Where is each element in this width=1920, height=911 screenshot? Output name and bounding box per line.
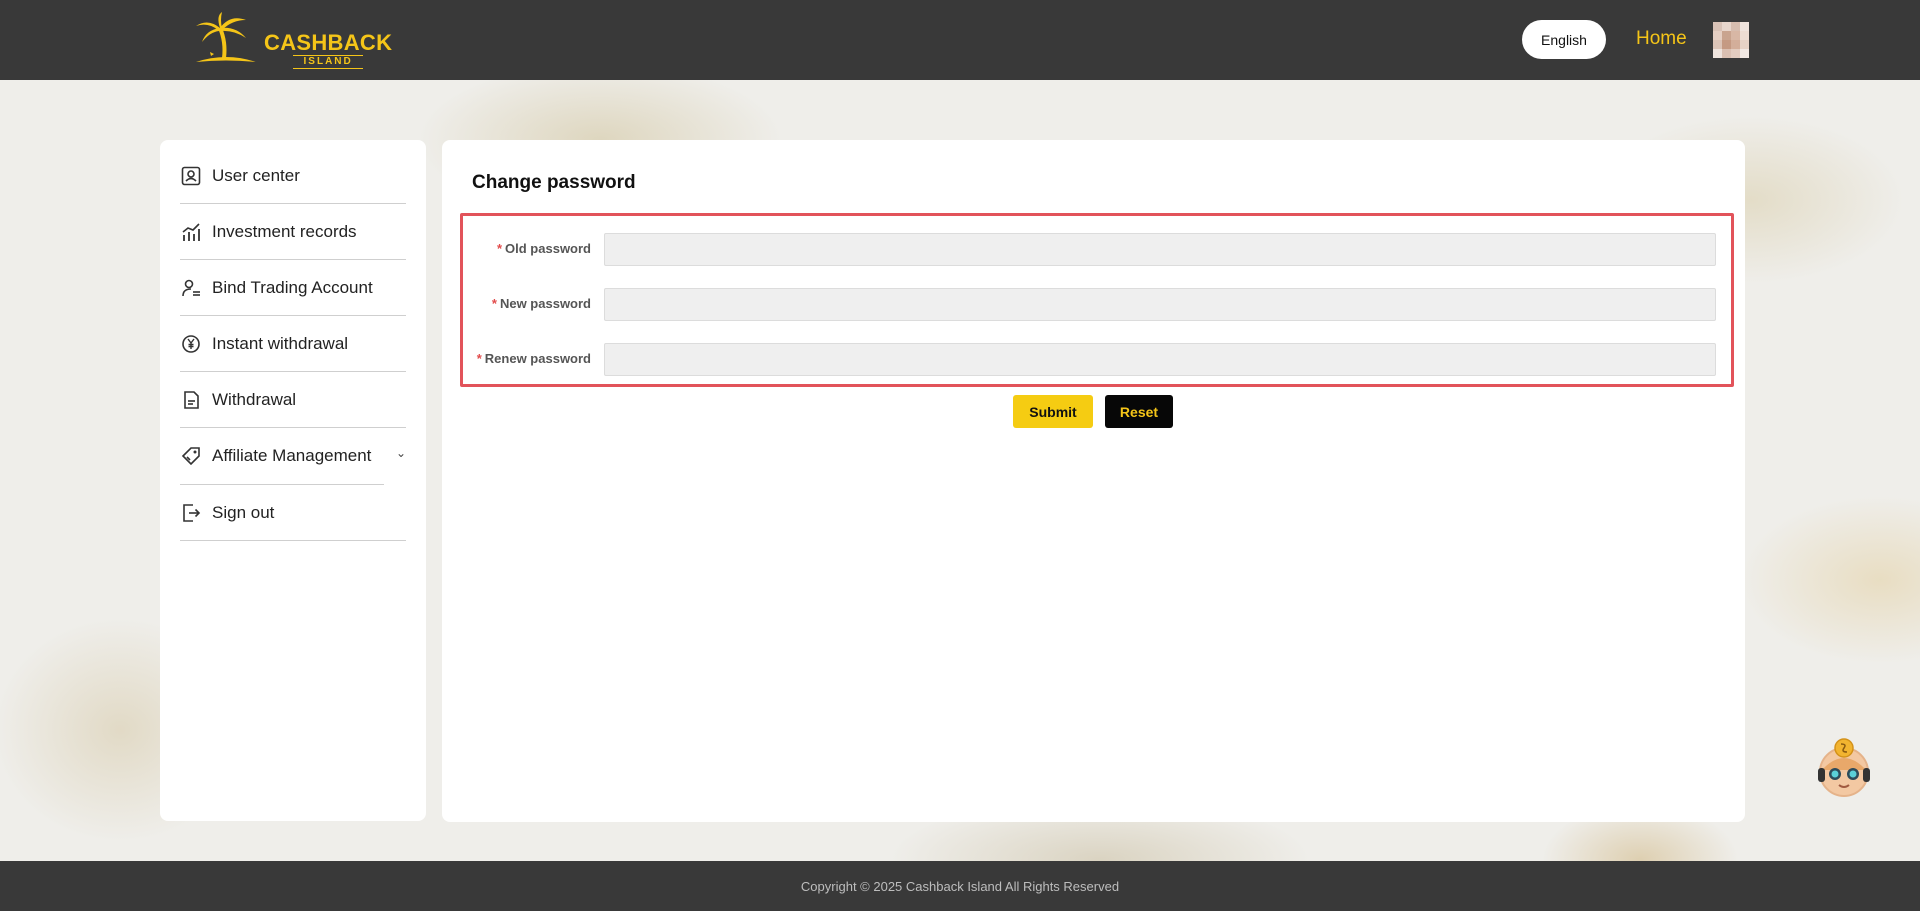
- sidebar-item-label: Bind Trading Account: [212, 277, 373, 297]
- sidebar-item-label: User center: [212, 165, 300, 185]
- logo-sub-text: ISLAND: [293, 55, 364, 69]
- cashback-island-logo[interactable]: CASHBACK ISLAND: [190, 12, 392, 69]
- new-password-label: * New password: [492, 296, 591, 311]
- old-password-input[interactable]: [604, 233, 1716, 266]
- customer-support-bot-icon[interactable]: [1812, 736, 1876, 800]
- old-password-label: * Old password: [497, 241, 591, 256]
- required-mark: *: [496, 241, 503, 256]
- reset-button[interactable]: Reset: [1105, 395, 1173, 428]
- copyright-text: Copyright © 2025 Cashback Island All Rig…: [800, 878, 1120, 894]
- document-icon: [180, 389, 202, 411]
- avatar[interactable]: [1713, 22, 1749, 58]
- sidebar-item-user-center[interactable]: User center: [180, 148, 406, 204]
- field-label-text: Old password: [505, 241, 591, 256]
- new-password-input[interactable]: [604, 288, 1716, 321]
- sign-out-icon: [180, 502, 202, 524]
- logo-main-text: CASHBACK: [264, 30, 393, 55]
- user-badge-icon: [180, 165, 202, 187]
- sidebar-item-label: Instant withdrawal: [212, 333, 349, 353]
- sidebar-item-investment-records[interactable]: Investment records: [180, 204, 406, 260]
- language-select-button[interactable]: English: [1522, 20, 1606, 59]
- tag-icon: [180, 445, 202, 467]
- sidebar-item-affiliate-management[interactable]: Affiliate Management ⌄: [180, 428, 406, 484]
- sidebar-item-bind-trading-account[interactable]: Bind Trading Account: [180, 260, 406, 316]
- sidebar-item-label: Affiliate Management: [212, 446, 372, 465]
- field-label-text: Renew password: [484, 351, 591, 366]
- chevron-down-icon[interactable]: ⌄: [396, 446, 406, 460]
- sidebar-item-label: Sign out: [212, 502, 275, 522]
- sidebar-item-label: Withdrawal: [212, 389, 297, 409]
- sidebar: User center Investment records Bind Trad…: [160, 140, 426, 821]
- yen-coin-icon: [180, 333, 202, 355]
- password-form: * Old password * New password * Renew passw…: [460, 213, 1734, 387]
- footer: Copyright © 2025 Cashback Island All Rig…: [0, 861, 1920, 911]
- logo-wordmark: CASHBACK ISLAND: [264, 32, 392, 69]
- top-navbar: CASHBACK ISLAND English Home: [0, 0, 1920, 80]
- palm-tree-icon: [196, 12, 256, 62]
- renew-password-input[interactable]: [604, 343, 1716, 376]
- sidebar-item-label: Investment records: [212, 221, 357, 241]
- home-link[interactable]: Home: [1636, 28, 1687, 50]
- change-password-panel: Change password * Old password * New passw…: [442, 140, 1745, 822]
- new-password-row: * New password: [463, 288, 1731, 322]
- sidebar-item-instant-withdrawal[interactable]: Instant withdrawal: [180, 316, 406, 372]
- page-title: Change password: [472, 172, 636, 193]
- required-mark: *: [476, 351, 482, 366]
- renew-password-label: * Renew password: [477, 351, 591, 366]
- sidebar-item-sign-out[interactable]: Sign out: [180, 485, 406, 541]
- sidebar-item-withdrawal[interactable]: Withdrawal: [180, 372, 406, 428]
- field-label-text: New password: [499, 296, 591, 311]
- chart-icon: [180, 221, 202, 243]
- required-mark: *: [491, 296, 497, 311]
- old-password-row: * Old password: [463, 233, 1731, 267]
- user-link-icon: [180, 277, 202, 299]
- renew-password-row: * Renew password: [463, 343, 1731, 377]
- submit-button[interactable]: Submit: [1013, 395, 1093, 428]
